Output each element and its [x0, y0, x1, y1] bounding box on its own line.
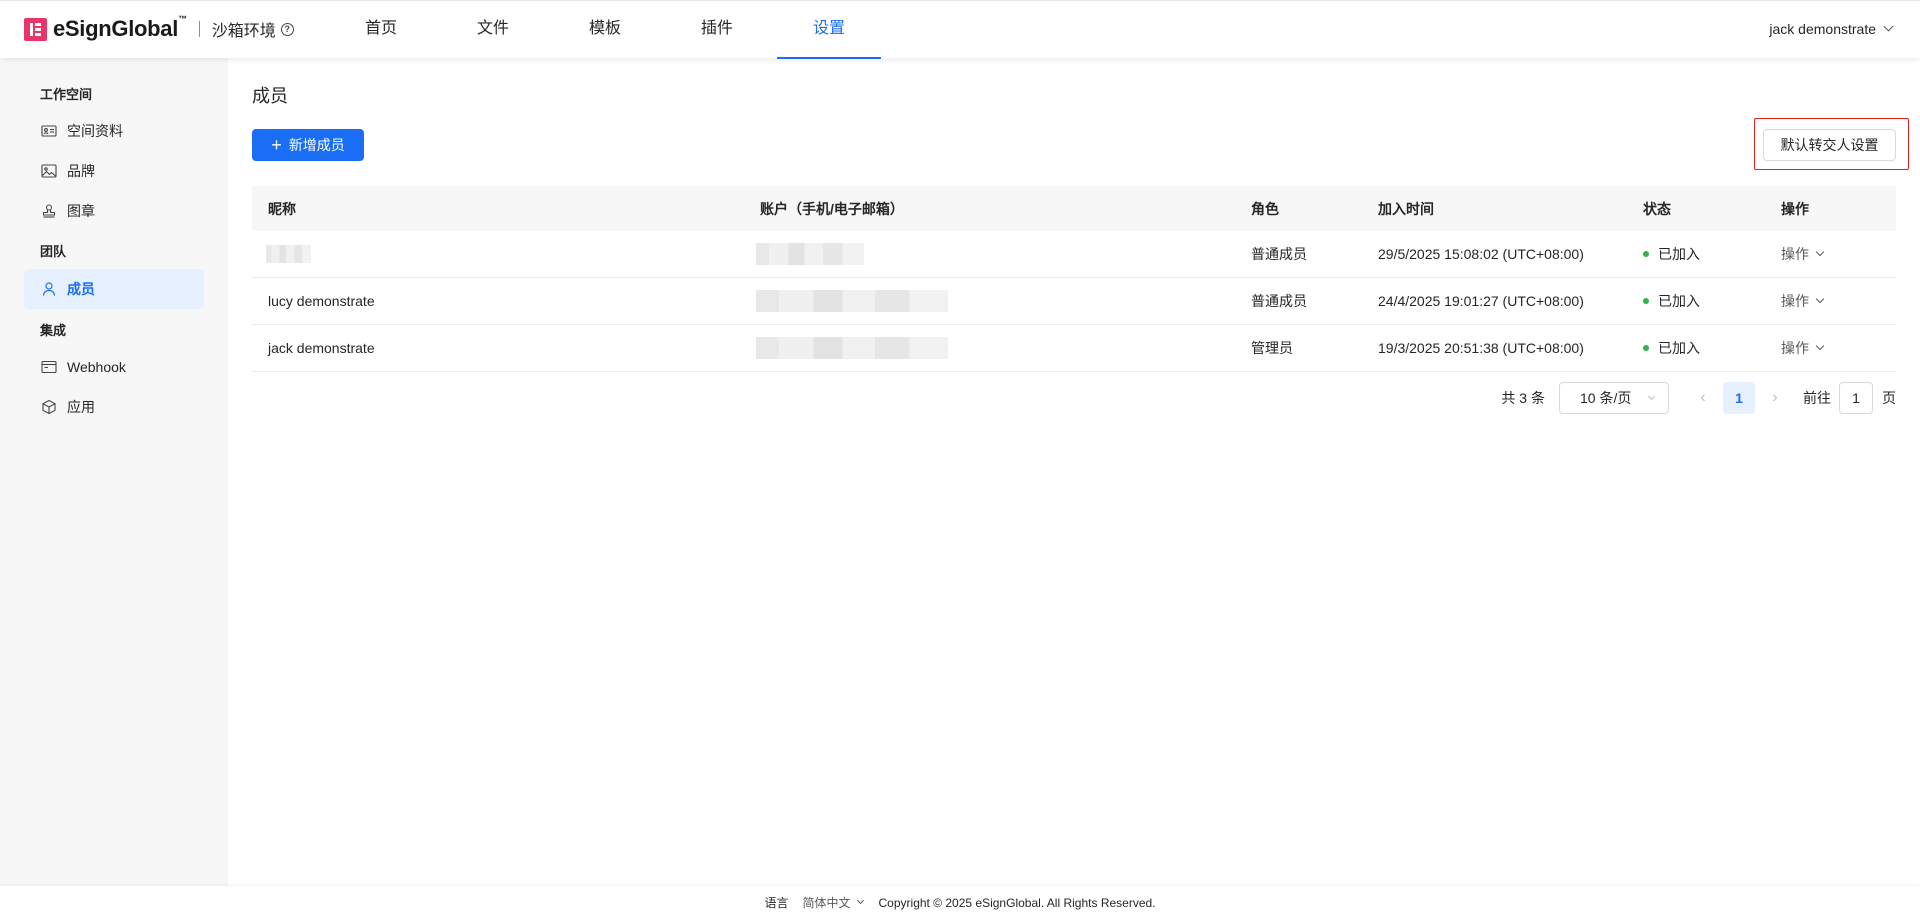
- sidebar-item-members[interactable]: 成员: [24, 269, 204, 309]
- chevron-down-icon: [1815, 247, 1825, 257]
- cell-nickname: jack demonstrate: [268, 340, 375, 356]
- stamp-icon: [41, 203, 57, 219]
- redacted-account: [756, 337, 948, 359]
- nav-home[interactable]: 首页: [325, 1, 437, 59]
- language-value: 简体中文: [802, 896, 851, 910]
- page-title: 成员: [252, 86, 288, 106]
- language-label: 语言: [764, 896, 789, 910]
- column-header-status: 状态: [1643, 200, 1671, 217]
- redacted-account: [756, 243, 864, 265]
- column-header-nickname: 昵称: [268, 200, 296, 217]
- pagination: 共 3 条 10 条/页 ‹ 1 › 前往 1 页: [1501, 382, 1896, 414]
- page-size-select[interactable]: 10 条/页: [1559, 382, 1669, 414]
- default-transfer-settings-button[interactable]: 默认转交人设置: [1763, 129, 1896, 161]
- table-row: 普通成员 29/5/2025 15:08:02 (UTC+08:00) 已加入 …: [252, 231, 1896, 278]
- chevron-down-icon: [1647, 392, 1656, 401]
- cube-icon: [41, 399, 57, 415]
- nav-templates[interactable]: 模板: [549, 1, 661, 59]
- column-header-account: 账户（手机/电子邮箱）: [760, 200, 904, 217]
- browser-window-icon: [41, 359, 57, 375]
- nav-files[interactable]: 文件: [437, 1, 549, 59]
- column-header-action: 操作: [1781, 200, 1809, 217]
- plus-icon: +: [271, 135, 282, 155]
- logo-icon: [24, 17, 47, 41]
- cell-joined: 24/4/2025 19:01:27 (UTC+08:00): [1378, 293, 1584, 309]
- user-menu[interactable]: jack demonstrate: [1769, 21, 1894, 37]
- language-select[interactable]: 简体中文: [802, 894, 864, 911]
- main-nav: 首页 文件 模板 插件 设置: [325, 1, 885, 59]
- environment-label: 沙箱环境 ?: [212, 17, 294, 41]
- jump-page-input[interactable]: 1: [1839, 382, 1873, 414]
- status-badge: 已加入: [1643, 338, 1700, 358]
- status-dot-icon: [1643, 345, 1649, 351]
- cell-joined: 29/5/2025 15:08:02 (UTC+08:00): [1378, 246, 1584, 262]
- user-icon: [41, 281, 57, 297]
- sidebar-item-label: 品牌: [67, 163, 95, 179]
- sidebar-item-label: 应用: [67, 399, 95, 415]
- column-header-role: 角色: [1251, 200, 1279, 217]
- sidebar-item-apps[interactable]: 应用: [24, 387, 204, 427]
- sidebar-item-webhook[interactable]: Webhook: [24, 347, 204, 387]
- add-member-button[interactable]: + 新增成员: [252, 129, 364, 161]
- brand-logo[interactable]: eSignGlobal™ 沙箱环境 ?: [24, 14, 294, 41]
- status-dot-icon: [1643, 298, 1649, 304]
- chevron-down-icon: [1815, 294, 1825, 304]
- table-row: lucy demonstrate 普通成员 24/4/2025 19:01:27…: [252, 278, 1896, 325]
- cell-role: 管理员: [1251, 340, 1293, 356]
- sidebar-group-team: 团队: [40, 244, 67, 259]
- logo-divider: [198, 21, 200, 37]
- column-header-joined: 加入时间: [1378, 200, 1434, 217]
- settings-sidebar: 工作空间 空间资料 品牌 图章 团队 成员 集成 Webhook 应用: [0, 58, 228, 886]
- sidebar-item-space-info[interactable]: 空间资料: [24, 111, 204, 151]
- nav-settings[interactable]: 设置: [773, 1, 885, 59]
- sidebar-item-label: 成员: [67, 281, 95, 297]
- chevron-down-icon: [1883, 21, 1894, 31]
- jump-label: 前往: [1803, 390, 1831, 406]
- cell-role: 普通成员: [1251, 246, 1307, 262]
- help-icon[interactable]: ?: [280, 22, 294, 36]
- cell-joined: 19/3/2025 20:51:38 (UTC+08:00): [1378, 340, 1584, 356]
- redacted-account: [756, 290, 948, 312]
- nav-plugins[interactable]: 插件: [661, 1, 773, 59]
- table-row: jack demonstrate 管理员 19/3/2025 20:51:38 …: [252, 325, 1896, 372]
- page-size-value: 10 条/页: [1580, 390, 1632, 406]
- chevron-down-icon: [856, 896, 864, 905]
- sidebar-item-label: 空间资料: [67, 123, 123, 139]
- cell-role: 普通成员: [1251, 293, 1307, 309]
- sidebar-group-integration: 集成: [40, 323, 67, 338]
- redacted-nickname: [266, 245, 311, 263]
- sidebar-item-label: Webhook: [67, 359, 126, 375]
- status-dot-icon: [1643, 251, 1649, 257]
- cell-nickname: lucy demonstrate: [268, 293, 375, 309]
- id-card-icon: [41, 123, 57, 139]
- page-suffix: 页: [1882, 390, 1896, 406]
- sidebar-item-seal[interactable]: 图章: [24, 191, 204, 231]
- footer: 语言 简体中文 Copyright © 2025 eSignGlobal. Al…: [0, 886, 1920, 919]
- page-number-current[interactable]: 1: [1723, 382, 1755, 414]
- sidebar-item-brand[interactable]: 品牌: [24, 151, 204, 191]
- table-header: 昵称 账户（手机/电子邮箱） 角色 加入时间 状态 操作: [252, 186, 1896, 231]
- row-action-dropdown[interactable]: 操作: [1781, 338, 1825, 358]
- status-badge: 已加入: [1643, 291, 1700, 311]
- status-badge: 已加入: [1643, 244, 1700, 264]
- user-name: jack demonstrate: [1769, 21, 1876, 37]
- members-table: 昵称 账户（手机/电子邮箱） 角色 加入时间 状态 操作 普通成员 29/5/2…: [252, 186, 1896, 372]
- top-header: eSignGlobal™ 沙箱环境 ? 首页 文件 模板 插件 设置 jack …: [0, 0, 1920, 59]
- add-member-label: 新增成员: [288, 137, 345, 153]
- prev-page-button[interactable]: ‹: [1687, 382, 1719, 414]
- sidebar-item-label: 图章: [67, 203, 95, 219]
- row-action-dropdown[interactable]: 操作: [1781, 291, 1825, 311]
- image-icon: [41, 163, 57, 179]
- chevron-down-icon: [1815, 341, 1825, 351]
- sidebar-group-workspace: 工作空间: [40, 87, 93, 102]
- row-action-dropdown[interactable]: 操作: [1781, 244, 1825, 264]
- next-page-button[interactable]: ›: [1759, 382, 1791, 414]
- copyright-text: Copyright © 2025 eSignGlobal. All Rights…: [878, 895, 1156, 910]
- environment-text: 沙箱环境: [211, 23, 276, 40]
- brand-name: eSignGlobal™: [53, 14, 187, 41]
- pagination-total: 共 3 条: [1501, 390, 1545, 406]
